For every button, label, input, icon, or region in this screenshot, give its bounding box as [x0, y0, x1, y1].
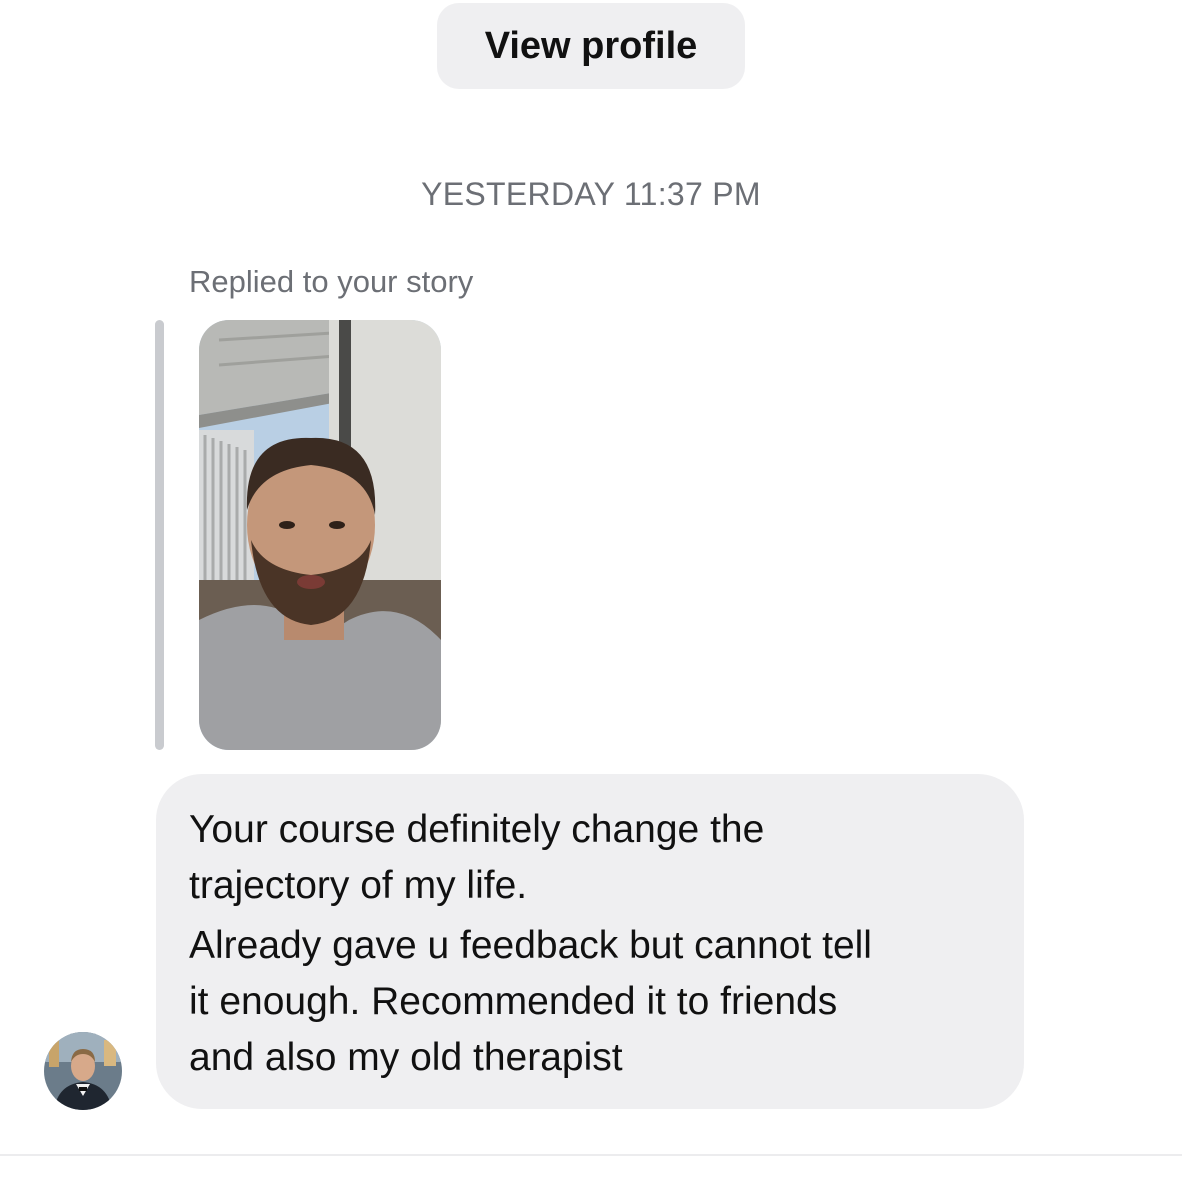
message-line-1: Your course definitely change the trajec…	[189, 808, 765, 907]
view-profile-button[interactable]: View profile	[437, 3, 745, 89]
story-reply-label: Replied to your story	[189, 264, 474, 299]
message-bubble[interactable]: Your course definitely change the trajec…	[156, 774, 1024, 1109]
message-timestamp: YESTERDAY 11:37 PM	[421, 176, 761, 212]
message-text: Your course definitely change the trajec…	[189, 802, 999, 1090]
sender-avatar[interactable]	[44, 1032, 122, 1110]
message-line-2: Already gave u feedback but cannot tell …	[189, 924, 872, 1079]
story-thumbnail[interactable]	[199, 320, 441, 750]
bottom-divider	[0, 1154, 1182, 1156]
reply-indicator-bar	[155, 320, 164, 750]
